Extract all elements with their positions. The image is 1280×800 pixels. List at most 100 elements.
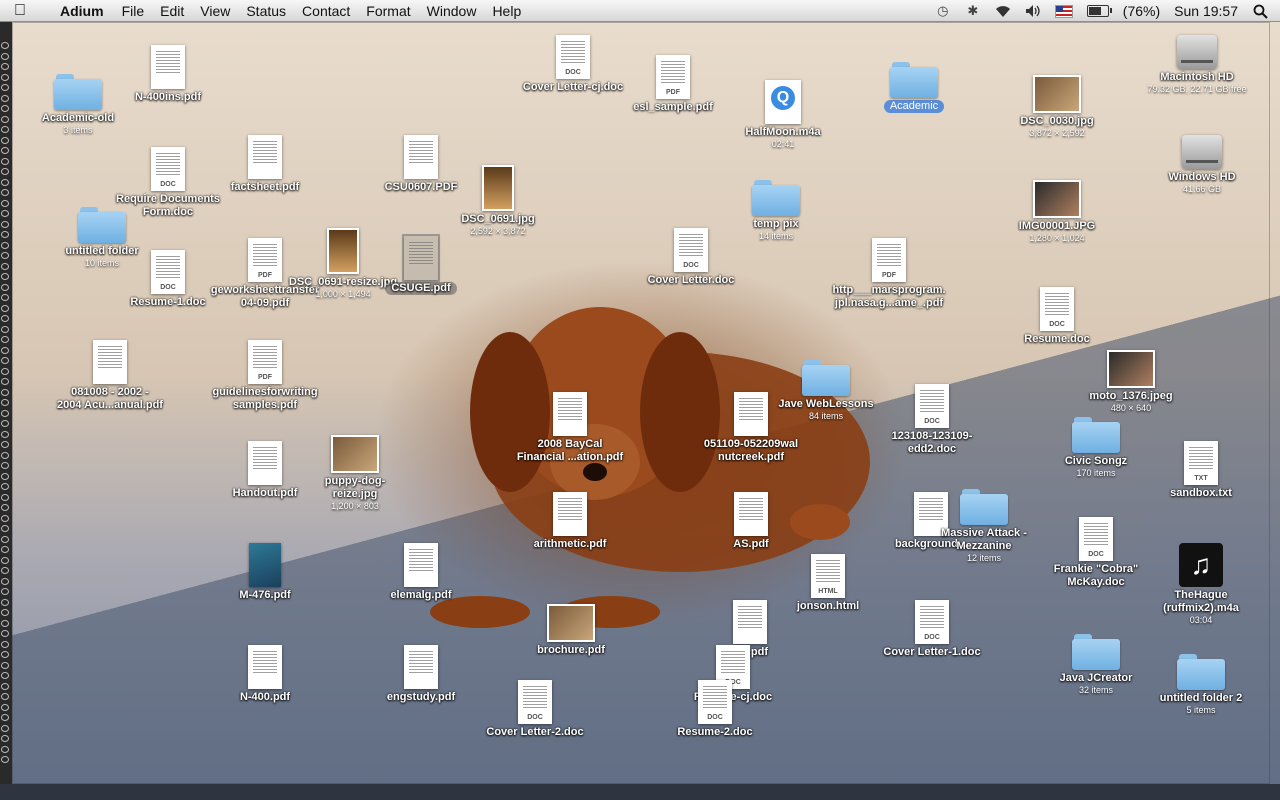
menu-bar:  Adium File Edit View Status Contact Fo… — [0, 0, 1280, 22]
desktop-icon-info: 14 items — [758, 231, 793, 241]
desktop-icon[interactable]: ♫ TheHague (ruffmix2).m4a 03:04 — [1136, 543, 1266, 626]
bluetooth-icon[interactable]: ✱ — [965, 3, 981, 19]
desktop-icon-label: Jave WebLessons — [778, 398, 874, 410]
menu-view[interactable]: View — [192, 0, 238, 22]
contact-status-icon — [1, 735, 9, 742]
desktop-icon[interactable]: engstudy.pdf — [356, 645, 486, 704]
document-icon: DOC — [151, 250, 185, 294]
desktop-icon[interactable]: AS.pdf — [686, 492, 816, 551]
desktop-icon[interactable]: PDF guidelinesforwriting samples.pdf — [200, 340, 330, 412]
desktop-icon-info: 5 items — [1186, 705, 1216, 715]
contact-status-icon — [1, 598, 9, 606]
menu-status[interactable]: Status — [238, 0, 294, 22]
file-type-tag: DOC — [924, 418, 940, 425]
contact-status-icon — [1, 157, 9, 165]
adium-contact-list-edge[interactable] — [0, 22, 12, 784]
desktop-icon-label: IMG00001.JPG — [1018, 220, 1096, 232]
spotlight-search-icon[interactable] — [1252, 3, 1268, 19]
document-icon: PDF — [248, 238, 282, 282]
desktop-icon-info: 84 items — [808, 411, 843, 421]
contact-status-icon — [1, 210, 9, 217]
desktop-icon[interactable]: Academic — [849, 60, 979, 113]
document-icon — [404, 543, 438, 587]
desktop-icon[interactable]: arithmetic.pdf — [505, 492, 635, 551]
menu-app-adium[interactable]: Adium — [52, 0, 114, 22]
file-type-tag: DOC — [1088, 551, 1104, 558]
menu-file[interactable]: File — [114, 0, 153, 22]
desktop-icon[interactable]: brochure.pdf — [506, 604, 636, 657]
desktop-icon[interactable]: PDF http___marsprogram. jpl.nasa.g...ame_… — [824, 238, 954, 310]
document-icon: DOC — [151, 147, 185, 191]
contact-status-icon — [1, 514, 9, 522]
desktop-icon[interactable]: M-476.pdf — [200, 543, 330, 602]
desktop-icon[interactable]: 081008 - 2002 - 2004 Acu...anual.pdf — [45, 340, 175, 412]
desktop-icon[interactable]: TXT sandbox.txt — [1136, 441, 1266, 500]
desktop-icon[interactable]: DOC 123108-123109- edd2.doc — [867, 384, 997, 456]
desktop-icon[interactable]: CSUGE.pdf — [356, 234, 486, 295]
us-flag-input-icon[interactable] — [1054, 4, 1073, 18]
desktop-icon[interactable]: 2008 BayCal Financial ...ation.pdf — [505, 392, 635, 464]
contact-status-icon — [1, 462, 9, 469]
time-machine-icon[interactable]: ◷ — [935, 3, 951, 19]
battery-percent[interactable]: (76%) — [1123, 3, 1160, 19]
desktop-icon-label: DSC_0691.jpg — [461, 213, 535, 225]
contact-status-icon — [1, 178, 9, 186]
apple-menu-icon[interactable]:  — [14, 1, 32, 21]
desktop-icon[interactable]: Macintosh HD 79.32 GB, 22.71 GB free — [1132, 35, 1262, 95]
contact-status-icon — [1, 577, 9, 585]
contact-status-icon — [1, 472, 9, 480]
contact-status-icon — [1, 84, 9, 91]
desktop-icon-label: Cover Letter-1.doc — [883, 646, 981, 658]
folder-icon — [54, 72, 102, 110]
desktop-icon-label: Frankie "Cobra" McKay.doc — [1053, 563, 1139, 588]
desktop-icon[interactable]: DSC_0691.jpg 2,592 × 3,872 — [433, 165, 563, 237]
desktop-icon[interactable]: DOC Cover Letter-2.doc — [470, 680, 600, 739]
desktop-icon-info: 03:04 — [1189, 615, 1213, 625]
desktop-icon-label: Academic-old — [41, 112, 115, 124]
menu-format[interactable]: Format — [358, 0, 418, 22]
document-icon — [733, 600, 767, 644]
desktop-icon[interactable]: moto_1376.jpeg 480 × 640 — [1066, 350, 1196, 414]
wifi-icon[interactable] — [995, 3, 1011, 19]
desktop-icon-label: engstudy.pdf — [386, 691, 456, 703]
desktop-icon[interactable]: elemalg.pdf — [356, 543, 486, 602]
file-type-tag: DOC — [924, 634, 940, 641]
desktop-icon[interactable]: Academic-old 3 items — [13, 72, 143, 136]
contact-status-icon — [1, 420, 9, 427]
desktop-icon[interactable]: puppy-dog- reize.jpg 1,200 × 803 — [290, 435, 420, 512]
document-icon: DOC — [1040, 287, 1074, 331]
document-icon — [93, 340, 127, 384]
desktop-icon[interactable]: HalfMoon.m4a02:41 — [718, 80, 848, 150]
document-icon — [248, 441, 282, 485]
desktop-icon[interactable]: Massive Attack - Mezzanine 12 items — [919, 487, 1049, 564]
menu-edit[interactable]: Edit — [152, 0, 192, 22]
desktop-icon[interactable]: DOC Cover Letter.doc — [626, 228, 756, 287]
volume-icon[interactable] — [1025, 3, 1041, 19]
battery-icon[interactable] — [1086, 5, 1112, 17]
menu-contact[interactable]: Contact — [294, 0, 358, 22]
desktop-icon[interactable]: Windows HD 41.66 GB — [1137, 135, 1267, 195]
desktop-icon-label: factsheet.pdf — [230, 181, 300, 193]
folder-icon — [1072, 632, 1120, 670]
clock[interactable]: Sun 19:57 — [1174, 3, 1238, 19]
contact-status-icon — [1, 378, 9, 385]
desktop-icon[interactable]: DOC Cover Letter-1.doc — [867, 600, 997, 659]
desktop-icon-label: N-400ins.pdf — [134, 91, 201, 103]
file-type-tag: HTML — [818, 588, 838, 595]
menu-window[interactable]: Window — [419, 0, 485, 22]
desktop-icon[interactable]: DOC Resume-2.doc — [650, 680, 780, 739]
document-icon — [248, 135, 282, 179]
desktop-icon[interactable]: untitled folder 25 items — [1136, 652, 1266, 716]
desktop-icon-label: Java JCreator — [1059, 672, 1133, 684]
desktop-icon-label: brochure.pdf — [537, 644, 605, 656]
desktop-icon[interactable]: IMG00001.JPG 1,280 × 1,024 — [992, 180, 1122, 244]
contact-status-icon — [1, 661, 9, 669]
desktop-icon-info: 1,200 × 803 — [331, 501, 379, 511]
menu-help[interactable]: Help — [484, 0, 529, 22]
status-menus: ◷ ✱ (76%) Sun 19:57 — [935, 0, 1268, 22]
document-icon: TXT — [1184, 441, 1218, 485]
desktop-icon[interactable]: N-400.pdf — [200, 645, 330, 704]
contact-status-icon — [1, 168, 9, 175]
desktop-icon[interactable]: DOC Resume.doc — [992, 287, 1122, 346]
desktop-icon[interactable]: DSC_0030.jpg 3,872 × 2,592 — [992, 75, 1122, 139]
